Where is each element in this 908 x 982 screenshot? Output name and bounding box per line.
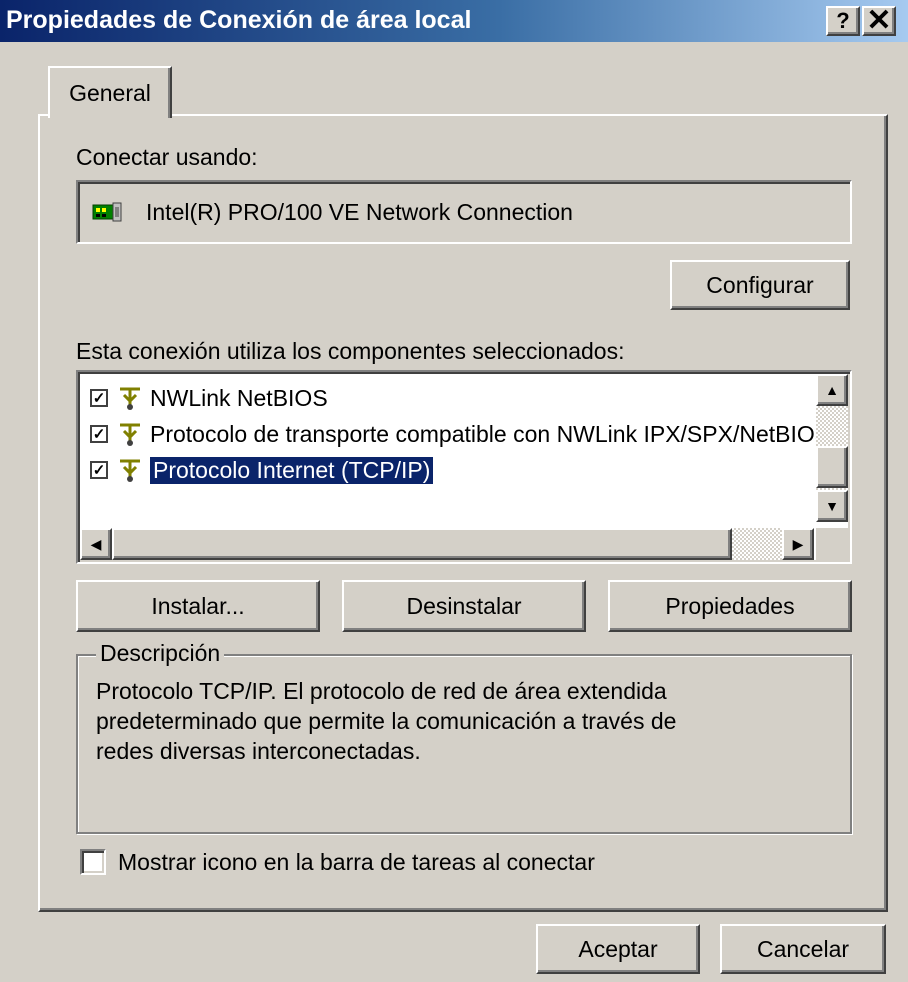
- list-item[interactable]: ✓ NWLink NetBIOS: [90, 380, 328, 416]
- adapter-field: Intel(R) PRO/100 VE Network Connection: [76, 180, 852, 244]
- arrow-up-icon: ▲: [825, 382, 839, 398]
- show-icon-checkbox[interactable]: [80, 849, 106, 875]
- network-card-icon: [92, 202, 122, 222]
- horizontal-scrollbar[interactable]: ◀ ▶: [80, 528, 814, 560]
- uninstall-button-label: Desinstalar: [406, 592, 522, 619]
- ok-button[interactable]: Aceptar: [536, 924, 700, 974]
- properties-button-label: Propiedades: [665, 592, 795, 619]
- description-line: redes diversas interconectadas.: [96, 738, 421, 764]
- vertical-scroll-thumb[interactable]: [816, 446, 848, 488]
- properties-button[interactable]: Propiedades: [608, 580, 852, 632]
- cancel-button[interactable]: Cancelar: [720, 924, 886, 974]
- component-label: Protocolo de transporte compatible con N…: [150, 420, 831, 447]
- adapter-name: Intel(R) PRO/100 VE Network Connection: [146, 198, 573, 225]
- connect-using-label: Conectar usando:: [76, 144, 258, 170]
- components-list[interactable]: ✓ NWLink NetBIOS ✓ Protocolo de transpor…: [76, 370, 852, 564]
- window-title: Propiedades de Conexión de área local: [6, 6, 472, 34]
- component-checkbox[interactable]: ✓: [90, 389, 108, 407]
- title-bar[interactable]: Propiedades de Conexión de área local ? …: [0, 0, 908, 42]
- vertical-scrollbar[interactable]: ▲ ▼: [816, 374, 848, 522]
- arrow-right-icon: ▶: [792, 535, 804, 552]
- configure-button-label: Configurar: [706, 271, 814, 298]
- list-item[interactable]: ✓ Protocolo de transporte compatible con…: [90, 416, 830, 452]
- cancel-button-label: Cancelar: [756, 935, 850, 962]
- help-button[interactable]: ?: [826, 6, 860, 36]
- component-label: NWLink NetBIOS: [150, 384, 328, 411]
- close-button[interactable]: ✕: [862, 6, 896, 36]
- tab-general[interactable]: General: [48, 66, 172, 118]
- arrow-left-icon: ◀: [90, 535, 102, 552]
- scroll-left-button[interactable]: ◀: [80, 528, 112, 560]
- scroll-up-button[interactable]: ▲: [816, 374, 848, 406]
- show-icon-label: Mostrar icono en la barra de tareas al c…: [118, 848, 595, 875]
- install-button[interactable]: Instalar...: [76, 580, 320, 632]
- horizontal-scroll-thumb[interactable]: [112, 528, 732, 560]
- configure-button[interactable]: Configurar: [670, 260, 850, 310]
- show-icon-option[interactable]: Mostrar icono en la barra de tareas al c…: [80, 846, 595, 878]
- network-protocol-icon: [120, 387, 140, 410]
- description-line: predeterminado que permite la comunicaci…: [96, 708, 677, 734]
- ok-button-label: Aceptar: [578, 935, 658, 962]
- component-label-selected: Protocolo Internet (TCP/IP): [148, 455, 435, 485]
- network-protocol-icon: [120, 423, 140, 446]
- description-line: Protocolo TCP/IP. El protocolo de red de…: [96, 678, 667, 704]
- list-item[interactable]: ✓ Protocolo Internet (TCP/IP): [90, 452, 435, 488]
- component-checkbox[interactable]: ✓: [90, 461, 108, 479]
- components-label: Esta conexión utiliza los componentes se…: [76, 338, 625, 364]
- scrollbar-corner: [816, 528, 848, 560]
- component-checkbox[interactable]: ✓: [90, 425, 108, 443]
- scroll-down-button[interactable]: ▼: [816, 490, 848, 522]
- install-button-label: Instalar...: [151, 592, 245, 619]
- arrow-down-icon: ▼: [825, 498, 839, 514]
- description-legend: Descripción: [96, 640, 225, 667]
- tab-general-label: General: [69, 79, 151, 106]
- close-icon: ✕: [866, 4, 892, 37]
- help-icon: ?: [836, 8, 850, 33]
- network-protocol-icon: [120, 459, 140, 482]
- scroll-right-button[interactable]: ▶: [782, 528, 814, 560]
- description-text: Protocolo TCP/IP. El protocolo de red de…: [96, 676, 836, 766]
- uninstall-button[interactable]: Desinstalar: [342, 580, 586, 632]
